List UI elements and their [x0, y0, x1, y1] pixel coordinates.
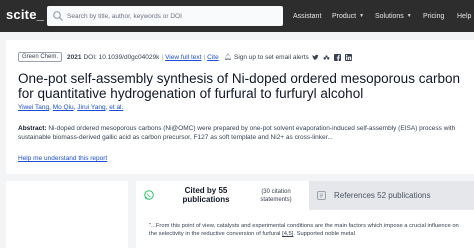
author-link[interactable]: Yiwei Tang [18, 104, 49, 111]
nav-help-label: Help [457, 12, 472, 20]
paper-title: One-pot self-assembly synthesis of Ni-do… [18, 71, 460, 101]
search-input[interactable] [67, 12, 277, 20]
nav-product-label: Product [332, 12, 357, 20]
twitter-icon[interactable] [312, 54, 319, 61]
nav-pricing[interactable]: Pricing [423, 0, 444, 32]
citation-snippet-area: "...From this point of view, catalysts a… [136, 210, 474, 248]
tab-references[interactable]: References 52 publications [309, 181, 474, 210]
cited-by-label: Cited by 55 publications [182, 186, 230, 204]
search-icon [53, 11, 63, 21]
nav-assistant[interactable]: Assistant [293, 0, 321, 32]
citations-panel: Cited by 55 publications (30 citation st… [136, 181, 474, 248]
separator: | [161, 53, 164, 61]
author-link[interactable]: Jirui Yang [77, 104, 105, 111]
references-label: References 52 publications [334, 191, 431, 200]
scite-logo[interactable]: scite_ [6, 7, 44, 22]
citation-snippet: "...From this point of view, catalysts a… [149, 222, 467, 238]
share-icons [312, 53, 352, 61]
abstract-text: Ni-doped ordered mesoporous carbons (Ni@… [18, 125, 456, 141]
mendeley-icon[interactable] [323, 54, 330, 61]
publication-year: 2021 [67, 53, 82, 61]
author-list: Yiwei Tang, Mo Qiu, Jirui Yang, et al. [18, 104, 124, 111]
cite-link[interactable]: Cite [207, 54, 219, 61]
nav-assistant-label: Assistant [293, 12, 322, 20]
journal-badge[interactable]: Green Chem. [18, 52, 63, 62]
paper-meta-row: Green Chem. 2021 DOI: 10.1039/d0gc04029k… [18, 51, 352, 63]
nav-product[interactable]: Product ▼ [332, 0, 364, 32]
citation-statements-count: (30 citation statements) [260, 189, 292, 203]
citation-bubble-icon [144, 190, 154, 200]
abstract: Abstract: Ni-doped ordered mesoporous ca… [18, 124, 458, 142]
more-authors-link[interactable]: et al. [109, 104, 123, 111]
tab-cited-by[interactable]: Cited by 55 publications (30 citation st… [136, 181, 309, 210]
snippet-reference[interactable]: [4,5] [282, 231, 293, 237]
linkedin-icon[interactable] [344, 53, 352, 61]
chevron-down-icon: ▼ [359, 13, 365, 19]
references-icon [317, 191, 326, 200]
nav-help[interactable]: Help [457, 0, 471, 32]
email-alerts-link[interactable]: Sign up to set email alerts [234, 54, 309, 61]
bell-icon[interactable]: 🔔︎ [224, 53, 232, 61]
nav-pricing-label: Pricing [423, 12, 445, 20]
abstract-label: Abstract: [18, 125, 47, 132]
chevron-down-icon: ▼ [406, 13, 412, 19]
author-link[interactable]: Mo Qiu [53, 104, 74, 111]
top-navigation-bar: scite_ Assistant Product ▼ Solutions ▼ P… [0, 0, 474, 32]
nav-solutions-label: Solutions [375, 12, 404, 20]
search-bar[interactable] [47, 6, 283, 26]
snippet-text-end: . Supported noble metal [293, 231, 355, 237]
facebook-icon[interactable] [333, 53, 341, 61]
paper-card: Green Chem. 2021 DOI: 10.1039/d0gc04029k… [6, 40, 474, 174]
nav-solutions[interactable]: Solutions ▼ [375, 0, 412, 32]
separator: | [203, 53, 206, 61]
view-full-text-link[interactable]: View full text [165, 54, 201, 61]
help-understand-report-link[interactable]: Help me understand this report [18, 155, 107, 162]
doi-text: DOI: 10.1039/d0gc04029k [83, 53, 160, 61]
sidebar-card [6, 181, 128, 248]
